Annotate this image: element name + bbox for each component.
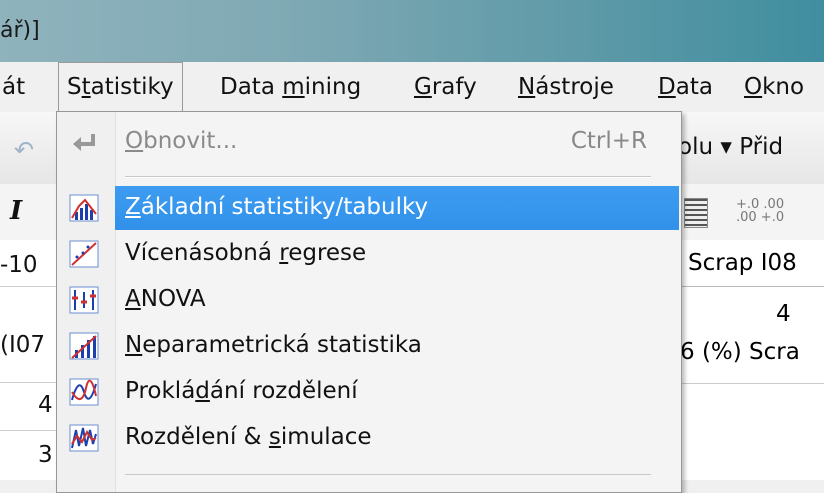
decimal-places-icon[interactable]: +.0 .00.00 +.0 [736, 198, 784, 224]
grid-icon[interactable] [684, 198, 708, 228]
menu-label-accel: O [744, 74, 763, 100]
regression-icon [69, 240, 99, 268]
menu-item-zakladni-statistiky[interactable]: Základní statistiky/tabulky [115, 186, 679, 230]
menu-statistiky[interactable]: Statistiky [58, 62, 183, 114]
menu-label-accel: N [518, 74, 536, 100]
column-header[interactable]: Scrap I08 [680, 240, 824, 287]
row-divider [0, 286, 60, 287]
cell-value[interactable]: 3 [38, 442, 53, 468]
row-divider [0, 382, 60, 383]
menu-grafy[interactable]: Grafy [406, 62, 485, 112]
menu-data[interactable]: Data [650, 62, 721, 112]
menu-item-anova[interactable]: ANOVA [57, 278, 681, 322]
menu-label-accel: D [658, 74, 676, 100]
menu-label-post: kno [762, 74, 805, 100]
menu-item-label: Základní statistiky/tabulky [125, 194, 429, 220]
nonparametric-icon [69, 332, 99, 360]
cell-value[interactable]: (I07 [0, 332, 45, 358]
menu-data-mining[interactable]: Data mining [212, 62, 369, 112]
statistiky-dropdown-menu: Obnovit... Ctrl+R Základní statistiky/ta… [56, 111, 682, 493]
menu-item-vicenasobna-regrese[interactable]: Vícenásobná regrese [57, 232, 681, 276]
menu-format[interactable]: át [0, 62, 33, 112]
simulation-icon [69, 424, 99, 452]
cell-value[interactable]: -10 [0, 252, 38, 278]
menu-label-post: rafy [431, 74, 477, 100]
column-subtitle: 6 (%) Scra [680, 339, 800, 365]
menu-item-label: Neparametrická statistika [125, 332, 422, 358]
column-header-detail[interactable]: 4 6 (%) Scra [680, 287, 824, 384]
undo-arrow-icon [69, 128, 99, 156]
menu-label-post: atistiky [90, 74, 174, 100]
menu-label-post: ástroje [535, 74, 614, 100]
menu-item-rozdeleni-simulace[interactable]: Rozdělení & simulace [57, 416, 681, 460]
menu-separator [125, 474, 651, 475]
menu-okno[interactable]: Okno [736, 62, 812, 112]
menu-bar: át Statistiky Data mining Grafy Nástroje… [0, 62, 824, 114]
menu-item-obnovit[interactable]: Obnovit... Ctrl+R [57, 120, 681, 164]
menu-label-pre: S [67, 74, 82, 100]
menu-separator-highlight [125, 177, 651, 178]
distribution-fitting-icon [69, 378, 99, 406]
menu-item-prokladani-rozdeleni[interactable]: Prokládání rozdělení [57, 370, 681, 414]
menu-label-accel: m [282, 74, 305, 100]
menu-item-label: Vícenásobná regrese [125, 240, 367, 266]
row-divider [0, 430, 60, 431]
undo-icon[interactable]: ↶ [14, 136, 34, 164]
column-number: 4 [776, 301, 791, 327]
menu-item-label: Prokládání rozdělení [125, 378, 358, 404]
menu-nastroje[interactable]: Nástroje [510, 62, 622, 112]
menu-item-label: Rozdělení & simulace [125, 424, 372, 450]
menu-label-post: ata [675, 74, 713, 100]
window-title: ář)] [0, 18, 40, 43]
cell-value[interactable]: 4 [38, 392, 53, 418]
shortcut-label: Ctrl+R [570, 128, 647, 154]
menu-label-post: ining [304, 74, 362, 100]
menu-item-neparametricka-statistika[interactable]: Neparametrická statistika [57, 324, 681, 368]
menu-label-accel: t [81, 74, 91, 100]
basic-stats-icon [69, 194, 99, 222]
menu-item-label: ANOVA [125, 286, 206, 312]
title-bar: ář)] [0, 0, 824, 62]
menu-label-pre: Data [220, 74, 283, 100]
italic-icon[interactable]: I [10, 196, 22, 226]
column-header-name: Scrap I08 [688, 250, 797, 276]
toolbar-add-button[interactable]: olu ▾ Přid [678, 134, 783, 160]
menu-label-accel: G [414, 74, 432, 100]
anova-icon [69, 286, 99, 314]
menu-item-label: Obnovit... [125, 128, 238, 154]
menu-format-label: át [2, 74, 26, 100]
